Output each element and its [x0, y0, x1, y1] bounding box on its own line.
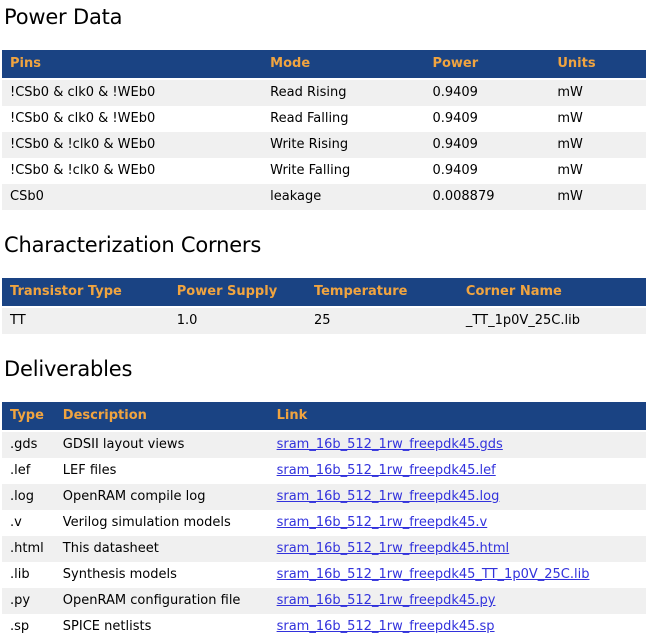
file-link[interactable]: sram_16b_512_1rw_freepdk45.log — [277, 489, 500, 504]
section-characterization-corners: Characterization Corners Transistor Type… — [2, 232, 660, 334]
table-row: !CSb0 & !clk0 & WEb0Write Falling0.9409m… — [2, 158, 646, 184]
table-cell: sram_16b_512_1rw_freepdk45.py — [269, 588, 646, 614]
table-cell: .py — [2, 588, 55, 614]
table-cell: CSb0 — [2, 184, 262, 210]
column-header-mode: Mode — [262, 50, 424, 79]
column-header-corner-name: Corner Name — [458, 278, 646, 307]
table-cell: mW — [549, 158, 646, 184]
deliverables-heading: Deliverables — [2, 356, 660, 382]
table-cell: 0.008879 — [424, 184, 549, 210]
table-row: CSb0leakage0.008879mW — [2, 184, 646, 210]
table-cell: leakage — [262, 184, 424, 210]
file-link[interactable]: sram_16b_512_1rw_freepdk45.v — [277, 515, 488, 530]
column-header-description: Description — [55, 402, 269, 431]
column-header-pins: Pins — [2, 50, 262, 79]
table-cell: sram_16b_512_1rw_freepdk45_TT_1p0V_25C.l… — [269, 562, 646, 588]
table-cell: .v — [2, 510, 55, 536]
power-data-heading: Power Data — [2, 4, 660, 30]
deliverables-table: TypeDescriptionLink .gdsGDSII layout vie… — [2, 402, 646, 640]
file-link[interactable]: sram_16b_512_1rw_freepdk45.sp — [277, 619, 495, 634]
table-header-row: TypeDescriptionLink — [2, 402, 646, 431]
table-cell: 0.9409 — [424, 158, 549, 184]
file-link[interactable]: sram_16b_512_1rw_freepdk45.html — [277, 541, 510, 556]
characterization-corners-heading: Characterization Corners — [2, 232, 660, 258]
table-row: .logOpenRAM compile log sram_16b_512_1rw_… — [2, 484, 646, 510]
table-row: .pyOpenRAM configuration file sram_16b_51… — [2, 588, 646, 614]
table-cell: LEF files — [55, 458, 269, 484]
column-header-power: Power — [424, 50, 549, 79]
column-header-units: Units — [549, 50, 646, 79]
table-row: .lefLEF files sram_16b_512_1rw_freepdk45.… — [2, 458, 646, 484]
table-cell: .lib — [2, 562, 55, 588]
table-cell: This datasheet — [55, 536, 269, 562]
column-header-transistor-type: Transistor Type — [2, 278, 169, 307]
table-cell: _TT_1p0V_25C.lib — [458, 307, 646, 334]
table-cell: OpenRAM configuration file — [55, 588, 269, 614]
table-row: .vVerilog simulation models sram_16b_512_… — [2, 510, 646, 536]
table-cell: !CSb0 & clk0 & !WEb0 — [2, 106, 262, 132]
table-cell: mW — [549, 106, 646, 132]
table-cell: Read Falling — [262, 106, 424, 132]
table-row: TT1.025_TT_1p0V_25C.lib — [2, 307, 646, 334]
table-cell: mW — [549, 184, 646, 210]
file-link[interactable]: sram_16b_512_1rw_freepdk45_TT_1p0V_25C.l… — [277, 567, 590, 582]
table-header-row: Transistor TypePower SupplyTemperatureCo… — [2, 278, 646, 307]
table-cell: Synthesis models — [55, 562, 269, 588]
table-row: .htmlThis datasheet sram_16b_512_1rw_free… — [2, 536, 646, 562]
table-row: .gdsGDSII layout views sram_16b_512_1rw_f… — [2, 431, 646, 458]
table-cell: !CSb0 & clk0 & !WEb0 — [2, 79, 262, 106]
file-link[interactable]: sram_16b_512_1rw_freepdk45.py — [277, 593, 496, 608]
table-row: !CSb0 & clk0 & !WEb0Read Falling0.9409mW — [2, 106, 646, 132]
table-cell: sram_16b_512_1rw_freepdk45.log — [269, 484, 646, 510]
characterization-corners-table: Transistor TypePower SupplyTemperatureCo… — [2, 278, 646, 334]
column-header-power-supply: Power Supply — [169, 278, 306, 307]
table-header-row: PinsModePowerUnits — [2, 50, 646, 79]
table-cell: 0.9409 — [424, 132, 549, 158]
table-cell: .gds — [2, 431, 55, 458]
table-cell: Read Rising — [262, 79, 424, 106]
column-header-temperature: Temperature — [306, 278, 458, 307]
table-cell: sram_16b_512_1rw_freepdk45.html — [269, 536, 646, 562]
section-deliverables: Deliverables TypeDescriptionLink .gdsGDS… — [2, 356, 660, 640]
datasheet-page: Power Data PinsModePowerUnits !CSb0 & cl… — [0, 4, 660, 640]
power-data-table: PinsModePowerUnits !CSb0 & clk0 & !WEb0R… — [2, 50, 646, 210]
table-cell: sram_16b_512_1rw_freepdk45.gds — [269, 431, 646, 458]
table-row: !CSb0 & clk0 & !WEb0Read Rising0.9409mW — [2, 79, 646, 106]
table-cell: 1.0 — [169, 307, 306, 334]
table-cell: GDSII layout views — [55, 431, 269, 458]
file-link[interactable]: sram_16b_512_1rw_freepdk45.gds — [277, 437, 503, 452]
table-cell: mW — [549, 79, 646, 106]
table-cell: TT — [2, 307, 169, 334]
table-cell: .lef — [2, 458, 55, 484]
table-cell: SPICE netlists — [55, 614, 269, 640]
column-header-type: Type — [2, 402, 55, 431]
section-power-data: Power Data PinsModePowerUnits !CSb0 & cl… — [2, 4, 660, 210]
table-row: !CSb0 & !clk0 & WEb0Write Rising0.9409mW — [2, 132, 646, 158]
table-row: .libSynthesis models sram_16b_512_1rw_fre… — [2, 562, 646, 588]
file-link[interactable]: sram_16b_512_1rw_freepdk45.lef — [277, 463, 496, 478]
table-cell: sram_16b_512_1rw_freepdk45.v — [269, 510, 646, 536]
table-cell: sram_16b_512_1rw_freepdk45.sp — [269, 614, 646, 640]
table-cell: !CSb0 & !clk0 & WEb0 — [2, 158, 262, 184]
table-cell: .sp — [2, 614, 55, 640]
table-cell: mW — [549, 132, 646, 158]
table-row: .spSPICE netlists sram_16b_512_1rw_freepd… — [2, 614, 646, 640]
table-cell: OpenRAM compile log — [55, 484, 269, 510]
table-cell: sram_16b_512_1rw_freepdk45.lef — [269, 458, 646, 484]
table-cell: 25 — [306, 307, 458, 334]
table-cell: Write Falling — [262, 158, 424, 184]
table-cell: 0.9409 — [424, 106, 549, 132]
table-cell: !CSb0 & !clk0 & WEb0 — [2, 132, 262, 158]
table-cell: 0.9409 — [424, 79, 549, 106]
table-cell: Verilog simulation models — [55, 510, 269, 536]
table-cell: .log — [2, 484, 55, 510]
table-cell: .html — [2, 536, 55, 562]
column-header-link: Link — [269, 402, 646, 431]
table-cell: Write Rising — [262, 132, 424, 158]
